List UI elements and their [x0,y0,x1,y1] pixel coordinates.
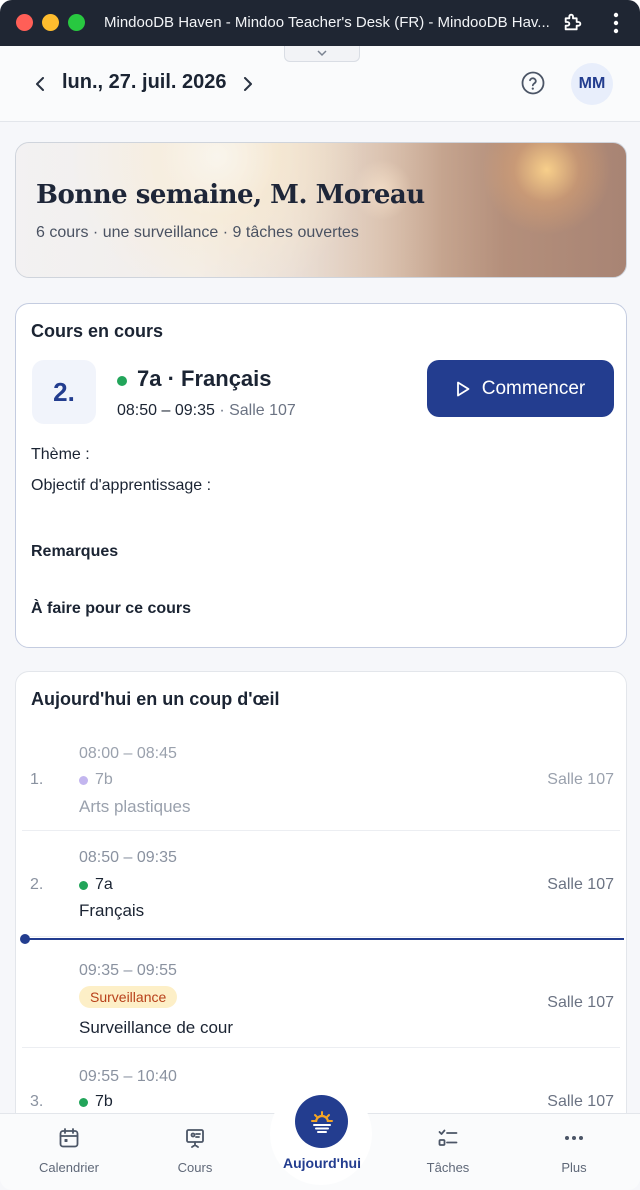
week-summary: 6 cours · une surveillance · 9 tâches ou… [36,224,359,241]
nav-today-button[interactable] [295,1095,348,1148]
chevron-down-icon [317,50,327,57]
lesson-title: 7a · Français [137,366,272,391]
presentation-icon [186,1129,204,1148]
today-overview-card: Aujourd'hui en un coup d'œil 1. 08:00 – … [15,671,627,1151]
slot-room: Salle 107 [547,1093,614,1110]
close-window-button[interactable] [16,14,33,31]
remarks-label: Remarques [31,543,119,560]
window-titlebar: MindooDB Haven - Mindoo Teacher's Desk (… [0,0,640,46]
slot-subject: Surveillance de cour [79,1018,234,1037]
schedule-slot[interactable]: 2. 08:50 – 09:35 7a Français Salle 107 [22,831,620,937]
slot-class: 7a [95,876,113,893]
class-color-dot [79,1098,88,1107]
schedule-slot[interactable]: 1. 08:00 – 08:45 7b Arts plastiques Sall… [22,729,620,831]
slot-subject: Français [79,901,145,920]
slot-time: 08:00 – 08:45 [79,745,177,762]
next-day-button[interactable] [236,72,260,96]
window-title: MindooDB Haven - Mindoo Teacher's Desk (… [104,14,550,31]
start-lesson-button[interactable]: Commencer [427,360,614,417]
calendar-icon [59,1128,79,1148]
lesson-todo-label: À faire pour ce cours [31,600,192,617]
slot-room: Salle 107 [547,994,614,1011]
slot-room: Salle 107 [547,876,614,893]
help-icon[interactable] [520,70,546,96]
slot-time: 09:35 – 09:55 [79,962,177,979]
nav-more-label: Plus [561,1160,587,1175]
nav-today-label[interactable]: Aujourd'hui [262,1155,382,1171]
slot-time: 08:50 – 09:35 [79,849,177,866]
app-content: lun., 27. juil. 2026 MM Bonne semaine, M… [0,46,640,1190]
slot-subject: Arts plastiques [79,797,191,816]
nav-tasks-label: Tâches [426,1160,470,1175]
lesson-room: · Salle 107 [214,402,296,419]
previous-day-button[interactable] [28,72,52,96]
nav-more[interactable]: Plus [514,1114,634,1190]
window-controls [16,14,85,31]
class-color-dot [79,881,88,890]
current-time-indicator [24,938,624,940]
slot-number: 1. [30,771,44,788]
current-date[interactable]: lun., 27. juil. 2026 [62,71,227,94]
current-lesson-heading: Cours en cours [31,321,164,341]
slot-class: 7b [95,1093,113,1110]
lesson-time: 08:50 – 09:35 · Salle 107 [117,402,296,420]
class-color-dot [117,376,127,386]
avatar[interactable]: MM [571,63,613,105]
welcome-banner: Bonne semaine, M. Moreau 6 cours · une s… [15,142,627,278]
checklist-icon [438,1129,458,1146]
slot-class: 7b [95,771,113,788]
slot-room: Salle 107 [547,771,614,788]
nav-tasks[interactable]: Tâches [388,1114,508,1190]
nav-calendar-label: Calendrier [39,1160,99,1175]
window-menu-icon[interactable] [612,12,620,34]
extension-icon[interactable] [562,11,584,33]
slot-number: 2. [30,876,44,893]
chevron-left-icon [36,77,44,91]
more-icon [565,1136,583,1140]
maximize-window-button[interactable] [68,14,85,31]
minimize-window-button[interactable] [42,14,59,31]
today-heading: Aujourd'hui en un coup d'œil [31,689,280,709]
chevron-right-icon [244,77,252,91]
start-lesson-label: Commencer [481,377,586,399]
supervision-badge: Surveillance [79,986,178,1008]
lesson-time-range: 08:50 – 09:35 [117,402,215,419]
nav-courses-label: Cours [177,1160,213,1175]
class-color-dot [79,776,88,785]
nav-courses[interactable]: Cours [135,1114,255,1190]
nav-calendar[interactable]: Calendrier [9,1114,129,1190]
schedule-slot[interactable]: 09:35 – 09:55 Surveillance Surveillance … [22,942,620,1048]
slot-number: 3. [30,1093,44,1110]
slot-time: 09:55 – 10:40 [79,1068,177,1085]
theme-label: Thème : [31,446,90,463]
objective-label: Objectif d'apprentissage : [31,477,212,494]
sunrise-icon [310,1110,333,1133]
current-lesson-card: Cours en cours 2. 7a · Français 08:50 – … [15,303,627,648]
pull-down-handle[interactable] [284,46,360,62]
play-icon [456,381,470,396]
welcome-greeting: Bonne semaine, M. Moreau [36,180,425,210]
period-number: 2. [32,360,96,424]
